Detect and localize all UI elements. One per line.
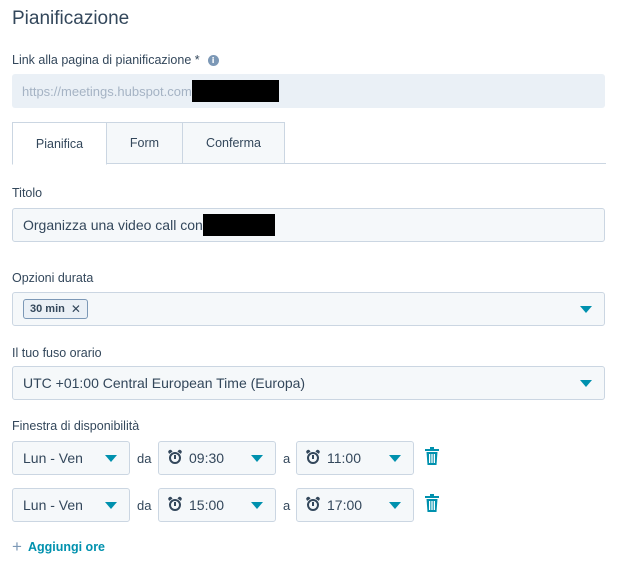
tab-form[interactable]: Form (107, 122, 183, 164)
chevron-down-icon[interactable] (580, 380, 592, 387)
start-time-select[interactable]: 15:00 (158, 488, 276, 522)
redaction-box (191, 80, 279, 102)
tab-bar: Pianifica Form Conferma (12, 122, 606, 165)
from-label: da (137, 498, 152, 513)
end-time-select[interactable]: 17:00 (296, 488, 414, 522)
alarm-clock-icon (305, 449, 321, 464)
timezone-value: UTC +01:00 Central European Time (Europa… (23, 375, 306, 391)
timezone-select[interactable]: UTC +01:00 Central European Time (Europa… (12, 366, 605, 400)
redaction-box (202, 214, 275, 236)
end-time-select[interactable]: 11:00 (296, 441, 414, 475)
start-time-value: 15:00 (189, 497, 225, 513)
alarm-clock-icon (167, 449, 183, 464)
add-hours-label: Aggiungi ore (27, 539, 106, 554)
title-input-value: Organizza una video call con (23, 217, 203, 233)
days-select[interactable]: Lun - Ven (12, 441, 130, 475)
duration-select[interactable]: 30 min ✕ (12, 292, 605, 326)
days-value: Lun - Ven (23, 450, 83, 466)
tab-pianifica[interactable]: Pianifica (12, 122, 107, 165)
chevron-down-icon[interactable] (105, 502, 117, 509)
chevron-down-icon[interactable] (389, 455, 401, 462)
start-time-value: 09:30 (189, 450, 225, 466)
days-select[interactable]: Lun - Ven (12, 488, 130, 522)
title-label: Titolo (12, 186, 43, 200)
title-input[interactable]: Organizza una video call con (12, 208, 605, 242)
chevron-down-icon[interactable] (251, 502, 263, 509)
trash-icon[interactable] (425, 447, 439, 465)
to-label: a (283, 498, 291, 513)
tab-conferma[interactable]: Conferma (183, 122, 285, 164)
chevron-down-icon[interactable] (105, 455, 117, 462)
start-time-select[interactable]: 09:30 (158, 441, 276, 475)
add-hours-button[interactable]: + Aggiungi ore (12, 538, 105, 555)
duration-chip: 30 min ✕ (23, 299, 88, 319)
scheduling-link-value: https://meetings.hubspot.com (22, 83, 192, 99)
scheduling-link-field[interactable]: https://meetings.hubspot.com (12, 74, 605, 108)
alarm-clock-icon (167, 496, 183, 511)
chevron-down-icon[interactable] (251, 455, 263, 462)
duration-label: Opzioni durata (12, 271, 94, 285)
trash-icon[interactable] (425, 494, 439, 512)
availability-label: Finestra di disponibilità (12, 419, 140, 433)
timezone-label: Il tuo fuso orario (12, 346, 102, 360)
link-label-row: Link alla pagina di pianificazione * i (12, 53, 219, 67)
link-label: Link alla pagina di pianificazione * (12, 53, 200, 67)
remove-chip-icon[interactable]: ✕ (71, 302, 81, 316)
days-value: Lun - Ven (23, 497, 83, 513)
chevron-down-icon[interactable] (389, 502, 401, 509)
chevron-down-icon[interactable] (580, 306, 592, 313)
duration-chip-label: 30 min (30, 303, 65, 315)
page-title: Pianificazione (12, 8, 130, 29)
end-time-value: 11:00 (327, 450, 361, 466)
plus-icon: + (12, 537, 22, 556)
alarm-clock-icon (305, 496, 321, 511)
info-icon[interactable]: i (207, 54, 219, 66)
to-label: a (283, 451, 291, 466)
from-label: da (137, 451, 152, 466)
end-time-value: 17:00 (327, 497, 363, 513)
